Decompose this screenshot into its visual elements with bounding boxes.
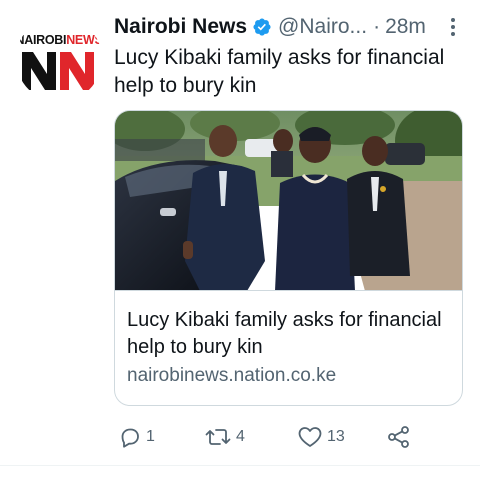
card-image — [115, 111, 462, 291]
action-bar: 1 4 13 — [114, 422, 464, 452]
account-handle[interactable]: @Nairo... — [278, 15, 367, 39]
tweet-text: Lucy Kibaki family asks for financial he… — [114, 46, 445, 97]
avatar[interactable]: NAIROBINEWS — [16, 16, 102, 102]
card-title[interactable]: Lucy Kibaki family asks for financial he… — [127, 307, 452, 361]
reply-icon — [121, 428, 139, 448]
like-count: 13 — [327, 428, 345, 445]
verified-badge-icon — [253, 18, 271, 36]
card-domain[interactable]: nairobinews.nation.co.ke — [127, 365, 336, 387]
share-icon — [388, 426, 409, 448]
share-button[interactable] — [386, 422, 412, 452]
like-icon — [298, 427, 322, 447]
tweet[interactable]: NAIROBINEWS Nairobi News @Nairo... · 28m… — [0, 0, 480, 479]
retweet-count: 4 — [236, 428, 245, 445]
retweet-icon — [205, 429, 231, 445]
display-name[interactable]: Nairobi News — [114, 15, 247, 39]
separator-dot: · — [373, 15, 381, 38]
tweet-header: Nairobi News @Nairo... · 28m — [114, 12, 464, 42]
svg-text:NAIROBINEWS: NAIROBINEWS — [16, 33, 102, 47]
link-card[interactable]: Lucy Kibaki family asks for financial he… — [114, 110, 463, 406]
more-options-icon[interactable] — [442, 14, 464, 40]
retweet-button[interactable]: 4 — [204, 422, 245, 452]
tweet-divider — [0, 465, 480, 466]
like-button[interactable]: 13 — [297, 422, 345, 452]
news-photo — [115, 111, 462, 290]
reply-button[interactable]: 1 — [118, 422, 155, 452]
timestamp[interactable]: 28m — [385, 15, 426, 39]
reply-count: 1 — [146, 428, 155, 445]
nairobi-news-logo: NAIROBINEWS — [16, 16, 102, 102]
